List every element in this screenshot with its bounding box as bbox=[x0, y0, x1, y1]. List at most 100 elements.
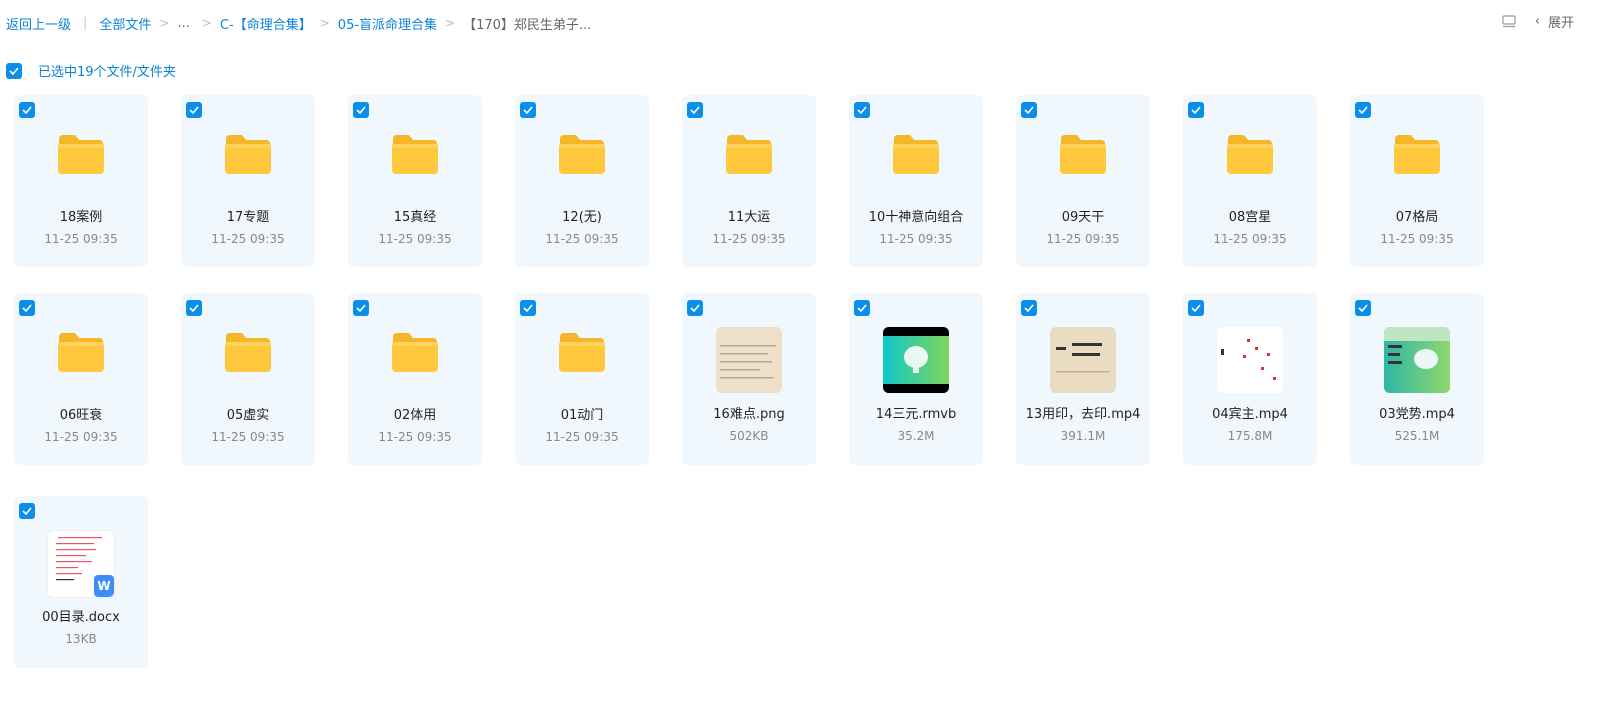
video-thumbnail bbox=[1381, 327, 1453, 393]
item-modified-time: 11-25 09:35 bbox=[211, 430, 285, 444]
item-name: 02体用 bbox=[393, 408, 437, 423]
back-link[interactable]: 返回上一级 bbox=[6, 14, 71, 33]
breadcrumb-root[interactable]: 全部文件 bbox=[99, 14, 151, 33]
item-name: 18案例 bbox=[59, 210, 103, 225]
item-name: 10十神意向组合 bbox=[868, 210, 964, 225]
breadcrumb-ellipsis[interactable]: ... bbox=[177, 16, 189, 31]
view-controls: ‹ 展开 bbox=[1501, 12, 1574, 31]
file-card[interactable]: 03党势.mp4 525.1M bbox=[1350, 293, 1484, 465]
item-checkbox[interactable] bbox=[353, 102, 369, 118]
file-card[interactable]: 14三元.rmvb 35.2M bbox=[849, 293, 983, 465]
item-checkbox[interactable] bbox=[520, 300, 536, 316]
item-checkbox[interactable] bbox=[1021, 300, 1037, 316]
item-checkbox[interactable] bbox=[687, 102, 703, 118]
item-name: 16难点.png bbox=[713, 407, 785, 422]
folder-icon bbox=[880, 133, 952, 195]
item-name: 11大运 bbox=[727, 210, 771, 225]
chevron-right-icon: > bbox=[445, 16, 456, 30]
item-name: 12(无) bbox=[562, 210, 602, 225]
folder-card[interactable]: 11大运 11-25 09:35 bbox=[682, 95, 816, 267]
list-view-icon[interactable] bbox=[1501, 14, 1517, 30]
folder-icon bbox=[1047, 133, 1119, 195]
item-checkbox[interactable] bbox=[1188, 300, 1204, 316]
item-checkbox[interactable] bbox=[186, 300, 202, 316]
item-checkbox[interactable] bbox=[19, 102, 35, 118]
chevron-right-icon: > bbox=[201, 16, 212, 30]
item-checkbox[interactable] bbox=[854, 102, 870, 118]
folder-icon bbox=[1381, 133, 1453, 195]
folder-card[interactable]: 10十神意向组合 11-25 09:35 bbox=[849, 95, 983, 267]
folder-card[interactable]: 01动门 11-25 09:35 bbox=[515, 293, 649, 465]
folder-icon bbox=[546, 133, 618, 195]
file-card[interactable]: 16难点.png 502KB bbox=[682, 293, 816, 465]
expand-button[interactable]: ‹ 展开 bbox=[1535, 12, 1574, 31]
folder-card[interactable]: 18案例 11-25 09:35 bbox=[14, 95, 148, 267]
folder-card[interactable]: 15真经 11-25 09:35 bbox=[348, 95, 482, 267]
file-card[interactable]: 04宾主.mp4 175.8M bbox=[1183, 293, 1317, 465]
folder-card[interactable]: 05虚实 11-25 09:35 bbox=[181, 293, 315, 465]
video-thumbnail bbox=[880, 327, 952, 393]
item-checkbox[interactable] bbox=[854, 300, 870, 316]
file-card[interactable]: W 00目录.docx 13KB bbox=[14, 496, 148, 668]
folder-icon bbox=[45, 133, 117, 195]
breadcrumb-level2[interactable]: 05-盲派命理合集 bbox=[338, 14, 437, 33]
folder-icon bbox=[546, 331, 618, 393]
item-modified-time: 11-25 09:35 bbox=[545, 430, 619, 444]
folder-card[interactable]: 02体用 11-25 09:35 bbox=[348, 293, 482, 465]
item-checkbox[interactable] bbox=[353, 300, 369, 316]
breadcrumb-level1[interactable]: C-【命理合集】 bbox=[220, 14, 312, 33]
select-all-checkbox[interactable] bbox=[6, 62, 22, 79]
folder-card[interactable]: 08宫星 11-25 09:35 bbox=[1183, 95, 1317, 267]
folder-icon bbox=[212, 331, 284, 393]
document-thumbnail: W bbox=[45, 530, 117, 598]
video-thumbnail bbox=[1047, 327, 1119, 393]
item-name: 00目录.docx bbox=[42, 610, 120, 625]
item-checkbox[interactable] bbox=[1021, 102, 1037, 118]
folder-icon bbox=[379, 133, 451, 195]
item-name: 07格局 bbox=[1395, 210, 1439, 225]
item-checkbox[interactable] bbox=[687, 300, 703, 316]
item-checkbox[interactable] bbox=[1355, 300, 1371, 316]
file-card[interactable]: 13用印，去印.mp4 391.1M bbox=[1016, 293, 1150, 465]
item-modified-time: 11-25 09:35 bbox=[1046, 232, 1120, 246]
item-checkbox[interactable] bbox=[520, 102, 536, 118]
folder-card[interactable]: 09天干 11-25 09:35 bbox=[1016, 95, 1150, 267]
item-modified-time: 11-25 09:35 bbox=[378, 430, 452, 444]
item-name: 01动门 bbox=[560, 408, 604, 423]
word-icon: W bbox=[94, 575, 114, 597]
breadcrumb: 返回上一级 | 全部文件 > ... > C-【命理合集】 > 05-盲派命理合… bbox=[6, 12, 591, 34]
item-name: 15真经 bbox=[393, 210, 437, 225]
folder-icon bbox=[45, 331, 117, 393]
chevron-right-icon: > bbox=[319, 16, 330, 30]
item-modified-time: 11-25 09:35 bbox=[879, 232, 953, 246]
item-modified-time: 11-25 09:35 bbox=[712, 232, 786, 246]
item-name: 13用印，去印.mp4 bbox=[1025, 407, 1141, 422]
selection-count-label: 已选中19个文件/文件夹 bbox=[38, 65, 176, 80]
chevron-left-icon: ‹ bbox=[1534, 14, 1540, 29]
item-checkbox[interactable] bbox=[1355, 102, 1371, 118]
item-checkbox[interactable] bbox=[1188, 102, 1204, 118]
item-modified-time: 11-25 09:35 bbox=[211, 232, 285, 246]
item-modified-time: 11-25 09:35 bbox=[1213, 232, 1287, 246]
item-checkbox[interactable] bbox=[19, 300, 35, 316]
item-name: 05虚实 bbox=[226, 408, 270, 423]
item-name: 17专题 bbox=[226, 210, 270, 225]
folder-card[interactable]: 12(无) 11-25 09:35 bbox=[515, 95, 649, 267]
item-name: 08宫星 bbox=[1228, 210, 1272, 225]
item-modified-time: 11-25 09:35 bbox=[1380, 232, 1454, 246]
item-name: 04宾主.mp4 bbox=[1212, 407, 1288, 422]
folder-card[interactable]: 17专题 11-25 09:35 bbox=[181, 95, 315, 267]
select-all-row: 已选中19个文件/文件夹 bbox=[6, 61, 176, 80]
folder-card[interactable]: 07格局 11-25 09:35 bbox=[1350, 95, 1484, 267]
item-modified-time: 11-25 09:35 bbox=[44, 232, 118, 246]
item-modified-time: 11-25 09:35 bbox=[378, 232, 452, 246]
folder-icon bbox=[212, 133, 284, 195]
item-checkbox[interactable] bbox=[186, 102, 202, 118]
item-size: 175.8M bbox=[1227, 429, 1273, 443]
item-checkbox[interactable] bbox=[19, 503, 35, 519]
item-name: 14三元.rmvb bbox=[875, 407, 957, 422]
item-size: 35.2M bbox=[897, 429, 935, 443]
folder-icon bbox=[379, 331, 451, 393]
image-thumbnail bbox=[713, 327, 785, 393]
folder-card[interactable]: 06旺衰 11-25 09:35 bbox=[14, 293, 148, 465]
